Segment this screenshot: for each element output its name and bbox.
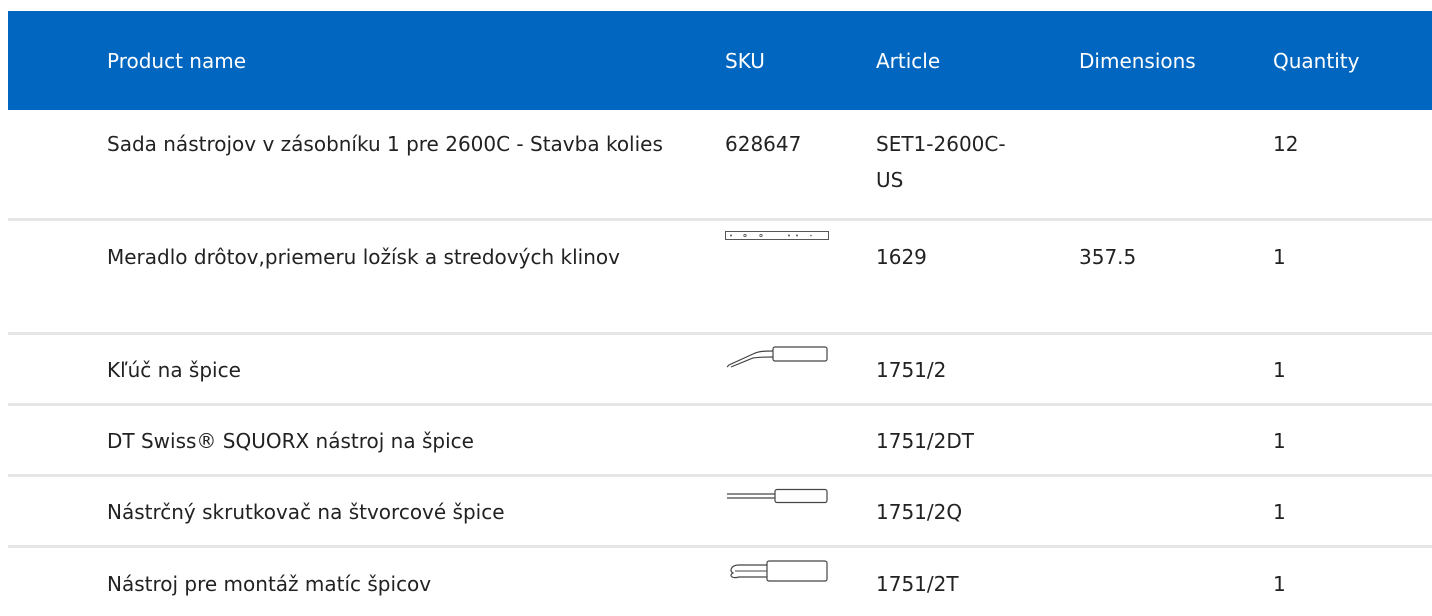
gauge-ruler-icon (725, 231, 829, 241)
quantity-value: 1 (1273, 245, 1286, 269)
quantity-value: 1 (1273, 429, 1286, 453)
product-name: Nástrčný skrutkovač na štvorcové špice (107, 500, 505, 524)
article-value: 1751/2 (876, 358, 947, 382)
product-name: Nástroj pre montáž matíc špicov (107, 572, 432, 596)
quantity-value: 12 (1273, 132, 1299, 156)
article-value: 1751/2Q (876, 500, 963, 524)
nipple-driver-icon (725, 559, 829, 585)
product-name: Kľúč na špice (107, 358, 241, 382)
spoke-wrench-icon (725, 345, 829, 369)
article-value: 1751/2T (876, 572, 959, 596)
product-name: DT Swiss® SQUORX nástroj na špice (107, 429, 474, 453)
quantity-value: 1 (1273, 572, 1286, 596)
table-row: Nástroj pre montáž matíc špicov 1751/2T … (8, 548, 1432, 616)
header-dimensions: Dimensions (1079, 49, 1196, 73)
square-screwdriver-icon (725, 488, 829, 506)
table-header: Product name SKU Article Dimensions Quan… (8, 11, 1432, 110)
table-row: Meradlo drôtov,priemeru ložísk a stredov… (8, 221, 1432, 335)
quantity-value: 1 (1273, 500, 1286, 524)
sku-value: 628647 (725, 132, 802, 156)
header-product-name: Product name (107, 49, 247, 73)
product-name: Meradlo drôtov,priemeru ložísk a stredov… (107, 245, 620, 269)
article-value: 1629 (876, 245, 927, 269)
table-row: Kľúč na špice 1751/2 1 (8, 335, 1432, 406)
table-row: Nástrčný skrutkovač na štvorcové špice 1… (8, 477, 1432, 548)
header-quantity: Quantity (1273, 49, 1360, 73)
header-article: Article (876, 49, 941, 73)
table-row: DT Swiss® SQUORX nástroj na špice 1751/2… (8, 406, 1432, 477)
quantity-value: 1 (1273, 358, 1286, 382)
article-value: SET1-2600C-US (876, 132, 1006, 192)
product-name: Sada nástrojov v zásobníku 1 pre 2600C -… (107, 132, 663, 156)
article-value: 1751/2DT (876, 429, 974, 453)
dimensions-value: 357.5 (1079, 245, 1137, 269)
header-sku: SKU (725, 49, 765, 73)
table-row: Sada nástrojov v zásobníku 1 pre 2600C -… (8, 110, 1432, 221)
parts-table: Product name SKU Article Dimensions Quan… (8, 11, 1432, 616)
